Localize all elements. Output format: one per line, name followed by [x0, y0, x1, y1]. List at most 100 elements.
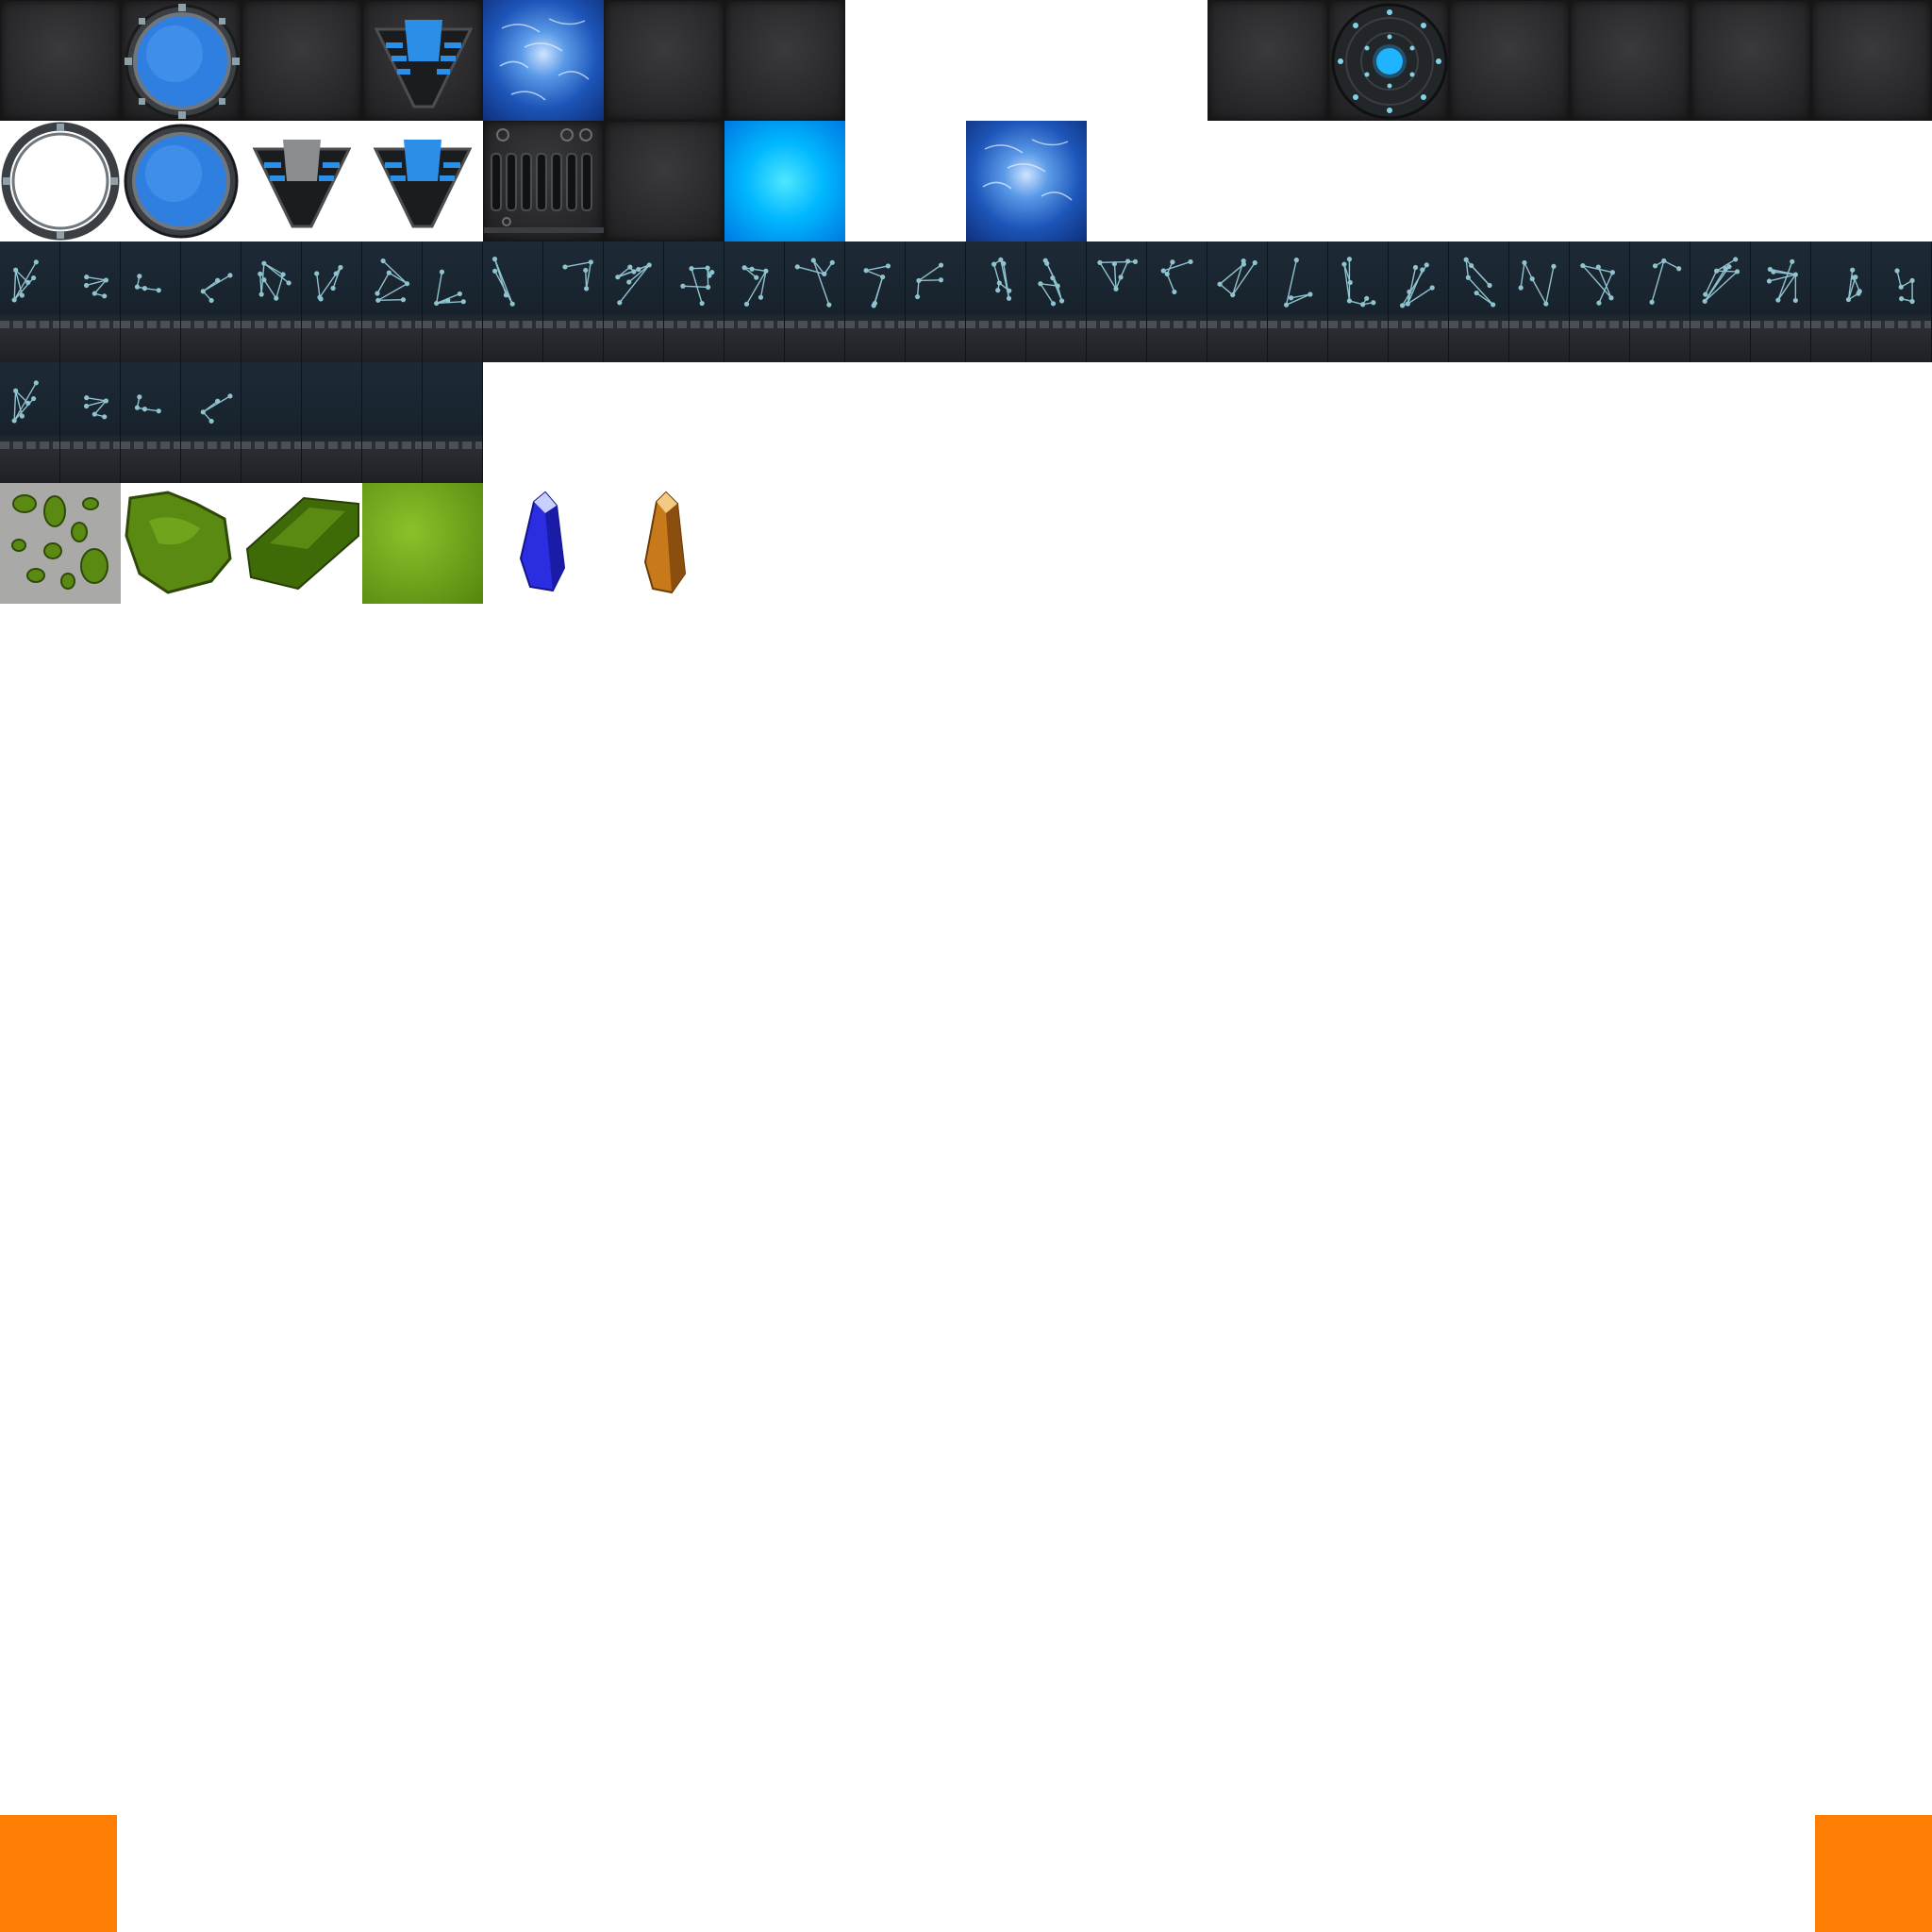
glyph-tile: [543, 242, 604, 362]
constellation-icon: [134, 394, 161, 414]
glyph-tile: [1690, 242, 1751, 362]
glyph-tile: [242, 362, 302, 483]
blue-crystal-tile: [483, 483, 604, 604]
glyph-rail: [60, 441, 120, 449]
chevron-lit-tile: [362, 0, 483, 121]
glyph-base: [242, 449, 301, 483]
constellation-icon: [83, 275, 109, 299]
glyph-rail: [1872, 321, 1931, 328]
glyph-tile: [121, 242, 181, 362]
glyph-base: [121, 449, 180, 483]
glyph-tile: [664, 242, 724, 362]
glyph-tile: [1872, 242, 1932, 362]
glyph-base: [362, 328, 422, 362]
orange-crystal-tile: [604, 483, 724, 604]
metal-panel-tile: [604, 0, 724, 121]
glyph-rail: [1811, 321, 1871, 328]
constellation-icon: [1217, 258, 1257, 298]
glyph-tile: [966, 242, 1026, 362]
glyph-tile: [1328, 242, 1389, 362]
glyph-tile: [1026, 242, 1087, 362]
glyph-base: [1147, 328, 1207, 362]
constellation-icon: [863, 263, 891, 308]
constellation-icon: [1463, 257, 1496, 308]
constellation-icon: [562, 259, 593, 291]
grille-panel-tile: [483, 121, 605, 242]
chevron-lit-icon: [373, 140, 473, 228]
constellation-icon: [1894, 268, 1915, 305]
constellation-icon: [11, 259, 39, 303]
naquadah-ore-spots-tile: [0, 483, 121, 604]
metal-panel-tile: [1570, 0, 1690, 121]
glyph-base: [1389, 328, 1448, 362]
metal-panel-tile: [1449, 0, 1570, 121]
glyph-rail: [181, 441, 241, 449]
glyph-rail: [1147, 321, 1207, 328]
glyph-tile: [1570, 242, 1630, 362]
glyph-rail: [121, 441, 180, 449]
orange-crystal-icon: [643, 491, 687, 594]
chevron-unlit-tile: [242, 121, 362, 242]
glyph-rail: [423, 441, 482, 449]
constellation-icon: [134, 274, 161, 293]
glyph-tile: [302, 362, 362, 483]
glyph-rail: [664, 321, 724, 328]
glyph-base: [423, 449, 482, 483]
glyph-tile: [0, 362, 60, 483]
glyph-tile: [906, 242, 966, 362]
orange-marker-left: [0, 1815, 117, 1932]
glyph-base: [1449, 328, 1508, 362]
glyph-rail: [1208, 321, 1267, 328]
glyph-tile: [1811, 242, 1872, 362]
stargate-active-icon: [125, 4, 240, 119]
glyph-base: [60, 449, 120, 483]
glyph-base: [966, 328, 1025, 362]
constellation-icon: [1283, 258, 1313, 308]
constellation-icon: [1399, 262, 1435, 308]
chevron-lit-icon: [374, 20, 474, 108]
glyph-tile: [1208, 242, 1268, 362]
glyph-tile: [1268, 242, 1328, 362]
glyph-base: [483, 328, 542, 362]
glyph-base: [302, 449, 361, 483]
constellation-icon: [1702, 257, 1740, 304]
glyph-rail: [1630, 321, 1690, 328]
glyph-tile: [1147, 242, 1208, 362]
constellation-icon: [914, 262, 944, 300]
orange-marker-right: [1815, 1815, 1932, 1932]
glyph-base: [121, 328, 180, 362]
metal-panel-tile: [0, 0, 121, 121]
glyph-rail: [1268, 321, 1327, 328]
glyph-tile: [0, 242, 60, 362]
glyph-base: [60, 328, 120, 362]
glyph-base: [845, 328, 905, 362]
glyph-rail: [1509, 321, 1569, 328]
glyph-tile: [724, 242, 785, 362]
naquadah-block-icon: [362, 483, 483, 604]
event-horizon-icon: [982, 139, 1073, 201]
stargate-inactive-icon: [1, 122, 120, 241]
glyph-base: [362, 449, 422, 483]
glyph-base: [664, 328, 724, 362]
glyph-tile: [1509, 242, 1570, 362]
glyph-base: [242, 328, 301, 362]
constellation-icon: [375, 258, 410, 303]
glyph-tile: [604, 242, 664, 362]
event-horizon-tile: [966, 121, 1087, 242]
glyph-rail: [423, 321, 482, 328]
chevron-lit-tile: [362, 121, 483, 242]
glyph-base: [543, 328, 603, 362]
constellation-icon: [314, 264, 343, 302]
constellation-icon: [1649, 258, 1682, 305]
event-horizon-icon: [499, 18, 590, 101]
event-horizon-tile: [483, 0, 604, 121]
glyph-rail: [1087, 321, 1146, 328]
glyph-rail: [1751, 321, 1810, 328]
constellation-icon: [1097, 258, 1139, 291]
blue-crystal-icon: [519, 491, 566, 592]
glyph-rail: [121, 321, 180, 328]
glyph-rail: [1570, 321, 1629, 328]
glyph-rail: [1026, 321, 1086, 328]
glyph-row-1: [0, 242, 1932, 362]
grille-panel-icon: [484, 128, 605, 233]
